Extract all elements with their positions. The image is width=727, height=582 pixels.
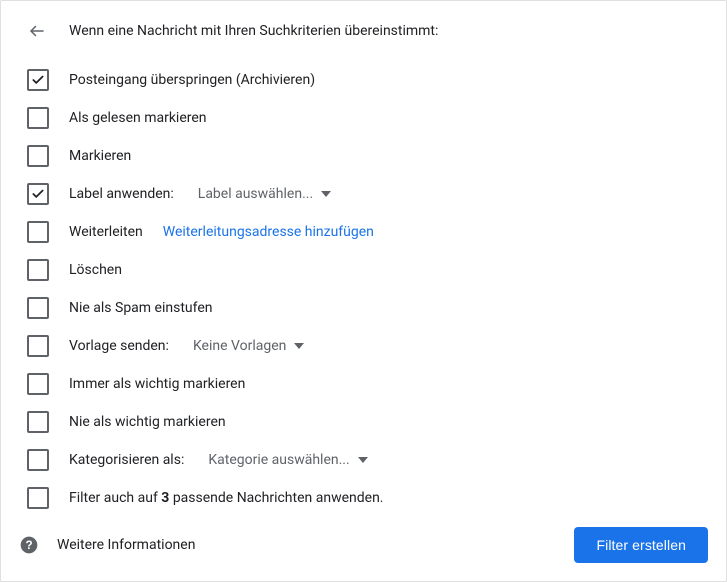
- checkbox-categorize[interactable]: [27, 449, 49, 471]
- back-button[interactable]: [25, 19, 49, 43]
- label-select[interactable]: Label auswählen...: [194, 186, 335, 202]
- option-label: Kategorisieren als:: [69, 452, 184, 468]
- filter-create-dialog: Wenn eine Nachricht mit Ihren Suchkriter…: [0, 0, 727, 582]
- option-label: Immer als wichtig markieren: [69, 376, 245, 392]
- create-filter-button[interactable]: Filter erstellen: [574, 527, 708, 563]
- option-send-template: Vorlage senden: Keine Vorlagen: [19, 327, 708, 365]
- checkbox-never-important[interactable]: [27, 411, 49, 433]
- checkbox-star[interactable]: [27, 145, 49, 167]
- select-value: Keine Vorlagen: [193, 338, 286, 354]
- checkbox-forward[interactable]: [27, 221, 49, 243]
- svg-text:?: ?: [25, 539, 32, 552]
- checkbox-never-spam[interactable]: [27, 297, 49, 319]
- checkbox-apply-label[interactable]: [27, 183, 49, 205]
- template-select[interactable]: Keine Vorlagen: [189, 338, 308, 354]
- select-value: Kategorie auswählen...: [208, 452, 349, 468]
- more-info[interactable]: ? Weitere Informationen: [19, 535, 195, 555]
- option-label: Löschen: [69, 262, 122, 278]
- option-skip-inbox: Posteingang überspringen (Archivieren): [19, 61, 708, 99]
- option-never-spam: Nie als Spam einstufen: [19, 289, 708, 327]
- option-label: Nie als wichtig markieren: [69, 414, 226, 430]
- option-label: Als gelesen markieren: [69, 110, 207, 126]
- dialog-title: Wenn eine Nachricht mit Ihren Suchkriter…: [69, 23, 438, 39]
- option-apply-label: Label anwenden: Label auswählen...: [19, 175, 708, 213]
- caret-down-icon: [358, 455, 368, 465]
- caret-down-icon: [321, 189, 331, 199]
- option-label: Label anwenden:: [69, 186, 174, 202]
- option-forward: Weiterleiten Weiterleitungsadresse hinzu…: [19, 213, 708, 251]
- help-icon: ?: [19, 535, 39, 555]
- option-label: Posteingang überspringen (Archivieren): [69, 72, 315, 88]
- checkbox-delete[interactable]: [27, 259, 49, 281]
- select-value: Label auswählen...: [198, 186, 313, 202]
- option-label: Markieren: [69, 148, 131, 164]
- option-apply-existing: Filter auch auf 3 passende Nachrichten a…: [19, 479, 708, 517]
- options-list: Posteingang überspringen (Archivieren) A…: [19, 61, 708, 517]
- add-forwarding-link[interactable]: Weiterleitungsadresse hinzufügen: [163, 224, 374, 240]
- option-always-important: Immer als wichtig markieren: [19, 365, 708, 403]
- dialog-header: Wenn eine Nachricht mit Ihren Suchkriter…: [19, 19, 708, 43]
- option-delete: Löschen: [19, 251, 708, 289]
- category-select[interactable]: Kategorie auswählen...: [204, 452, 371, 468]
- check-icon: [31, 187, 45, 201]
- option-never-important: Nie als wichtig markieren: [19, 403, 708, 441]
- dialog-footer: ? Weitere Informationen Filter erstellen: [19, 527, 708, 563]
- caret-down-icon: [294, 341, 304, 351]
- check-icon: [31, 73, 45, 87]
- checkbox-apply-existing[interactable]: [27, 487, 49, 509]
- option-categorize: Kategorisieren als: Kategorie auswählen.…: [19, 441, 708, 479]
- checkbox-send-template[interactable]: [27, 335, 49, 357]
- checkbox-always-important[interactable]: [27, 373, 49, 395]
- arrow-left-icon: [28, 22, 46, 40]
- option-label: Filter auch auf 3 passende Nachrichten a…: [69, 490, 384, 506]
- option-label: Nie als Spam einstufen: [69, 300, 213, 316]
- checkbox-mark-read[interactable]: [27, 107, 49, 129]
- option-mark-read: Als gelesen markieren: [19, 99, 708, 137]
- option-label: Weiterleiten: [69, 224, 143, 240]
- option-label: Vorlage senden:: [69, 338, 169, 354]
- more-info-label: Weitere Informationen: [57, 537, 195, 553]
- option-star: Markieren: [19, 137, 708, 175]
- checkbox-skip-inbox[interactable]: [27, 69, 49, 91]
